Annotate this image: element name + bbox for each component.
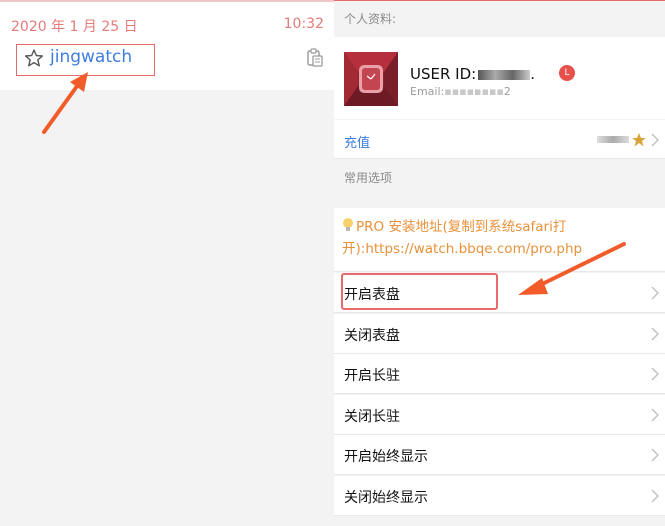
note-date: 2020 年 1 月 25 日	[11, 19, 138, 35]
annotation-arrow-right	[518, 242, 626, 295]
chevron-right-icon	[651, 327, 659, 341]
lightbulb-icon	[343, 218, 353, 231]
menu-item-disable-always-on[interactable]: 关闭始终显示	[334, 476, 665, 516]
chevron-right-icon	[651, 367, 659, 381]
menu-item-label: 关闭始终显示	[344, 490, 428, 506]
recharge-label: 充值	[344, 136, 371, 151]
coin-icon	[632, 133, 646, 147]
redacted-user-id	[478, 69, 531, 80]
menu-item-close-watchface[interactable]: 关闭表盘	[334, 314, 665, 354]
menu-item-label: 开启始终显示	[344, 449, 428, 465]
chevron-right-icon	[651, 286, 659, 300]
chevron-right-icon	[651, 408, 659, 422]
menu-item-enable-resident[interactable]: 开启长驻	[334, 354, 665, 394]
chevron-right-icon	[651, 448, 659, 462]
chevron-right-icon	[651, 133, 659, 147]
user-id: USER ID:.	[410, 65, 535, 83]
personal-section-header: 个人资料:	[334, 1, 665, 37]
common-options-header: 常用选项	[334, 159, 665, 207]
annotation-arrow-left	[42, 72, 88, 134]
profile-card[interactable]: USER ID:. L Email:▪▪▪▪▪▪▪▪2	[334, 37, 665, 119]
recharge-row[interactable]: 充值	[334, 120, 665, 159]
note-title[interactable]: jingwatch	[50, 47, 132, 67]
menu-item-label: 开启长驻	[344, 368, 400, 384]
user-email: Email:▪▪▪▪▪▪▪▪2	[410, 85, 511, 98]
menu-item-label: 关闭长驻	[344, 409, 400, 425]
star-icon[interactable]	[24, 48, 44, 68]
menu-item-label: 关闭表盘	[344, 328, 400, 344]
menu-item-disable-resident[interactable]: 关闭长驻	[334, 395, 665, 435]
chevron-right-icon	[651, 489, 659, 503]
note-time: 10:32	[283, 16, 324, 32]
clipboard-icon[interactable]	[306, 48, 324, 68]
redacted-balance	[597, 136, 629, 143]
avatar	[344, 52, 398, 106]
highlight-box	[341, 273, 498, 310]
menu-item-enable-always-on[interactable]: 开启始终显示	[334, 435, 665, 475]
level-badge: L	[559, 65, 575, 81]
